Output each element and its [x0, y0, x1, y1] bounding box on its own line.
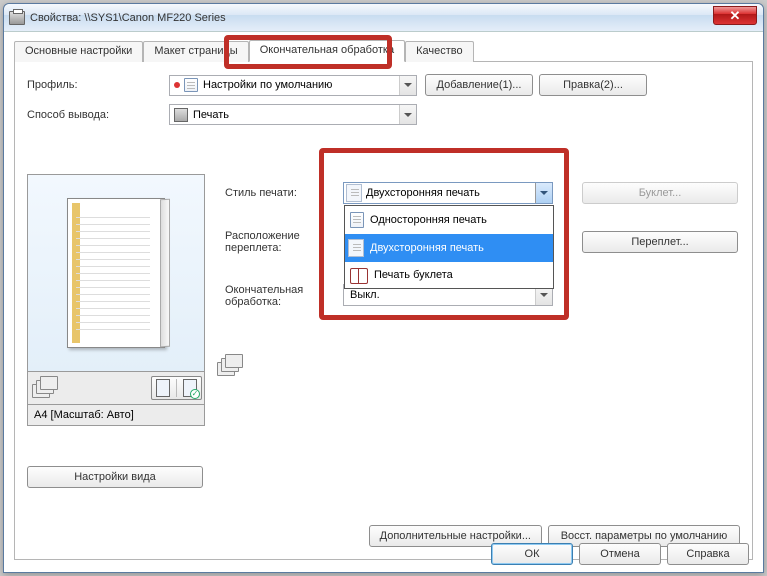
- modified-dot-icon: [174, 82, 180, 88]
- print-style-selected: Двухсторонняя печать: [366, 187, 480, 199]
- profile-row: Профиль: Настройки по умолчанию Добавлен…: [27, 74, 740, 96]
- print-style-row: Стиль печати: Двухсторонняя печать Однос…: [225, 182, 738, 204]
- chevron-down-icon: [399, 105, 416, 124]
- profile-combo[interactable]: Настройки по умолчанию: [169, 75, 417, 96]
- add-profile-button[interactable]: Добавление(1)...: [425, 74, 533, 96]
- booklet-icon: [350, 268, 368, 282]
- single-page-icon: [350, 212, 364, 228]
- printer-small-icon: [174, 108, 188, 122]
- view-settings-button[interactable]: Настройки вида: [27, 466, 203, 488]
- profile-icon: [184, 78, 198, 92]
- orientation-toggle[interactable]: ✓: [151, 376, 202, 400]
- titlebar[interactable]: Свойства: \\SYS1\Canon MF220 Series ✕: [4, 4, 763, 32]
- edit-profile-button[interactable]: Правка(2)...: [539, 74, 647, 96]
- tab-finishing[interactable]: Окончательная обработка: [249, 40, 405, 62]
- option-single-sided[interactable]: Односторонняя печать: [345, 206, 553, 234]
- duplex-icon: [350, 240, 364, 256]
- landscape-icon: ✓: [183, 379, 197, 397]
- print-style-label: Стиль печати:: [225, 187, 343, 199]
- booklet-button: Буклет...: [582, 182, 738, 204]
- output-value: Печать: [193, 109, 399, 121]
- preview-caption: A4 [Масштаб: Авто]: [27, 405, 205, 426]
- option-double-sided[interactable]: Двухсторонняя печать: [345, 234, 553, 262]
- properties-dialog: Свойства: \\SYS1\Canon MF220 Series ✕ Ос…: [3, 3, 764, 573]
- tab-quality[interactable]: Качество: [405, 41, 474, 62]
- tab-layout[interactable]: Макет страницы: [143, 41, 248, 62]
- page-preview: [27, 174, 205, 372]
- help-button[interactable]: Справка: [667, 543, 749, 565]
- profile-label: Профиль:: [27, 79, 169, 91]
- dialog-buttons: ОК Отмена Справка: [491, 543, 749, 565]
- portrait-icon: [156, 379, 170, 397]
- duplex-icon: [348, 185, 362, 201]
- output-row: Способ вывода: Печать: [27, 104, 740, 125]
- preview-page-icon: [67, 198, 165, 348]
- stack-icon: [32, 376, 60, 400]
- chevron-down-icon: [535, 183, 552, 203]
- finishing-stack-icon: [215, 354, 245, 378]
- profile-value: Настройки по умолчанию: [203, 79, 399, 91]
- tab-panel: Профиль: Настройки по умолчанию Добавлен…: [14, 62, 753, 560]
- finishing-controls: Стиль печати: Двухсторонняя печать Однос…: [225, 182, 738, 334]
- printer-icon: [9, 11, 25, 25]
- binding-label: Расположение переплета:: [225, 230, 343, 254]
- binding-button[interactable]: Переплет...: [582, 231, 738, 253]
- option-label: Двухсторонняя печать: [370, 242, 484, 254]
- option-label: Печать буклета: [374, 269, 453, 281]
- finishing-label: Окончательная обработка:: [225, 284, 343, 308]
- option-booklet[interactable]: Печать буклета: [345, 262, 553, 288]
- finishing-value: Выкл.: [350, 289, 380, 301]
- preview-icon-row: ✓: [27, 372, 205, 405]
- tab-strip: Основные настройки Макет страницы Оконча…: [14, 40, 753, 62]
- preview-area: ✓ A4 [Масштаб: Авто] Настройки вида: [27, 174, 205, 488]
- print-style-combo[interactable]: Двухсторонняя печать Односторонняя печат…: [343, 182, 553, 204]
- output-combo[interactable]: Печать: [169, 104, 417, 125]
- close-button[interactable]: ✕: [713, 6, 757, 25]
- option-label: Односторонняя печать: [370, 214, 487, 226]
- content-area: Основные настройки Макет страницы Оконча…: [4, 32, 763, 568]
- tab-basic[interactable]: Основные настройки: [14, 41, 143, 62]
- cancel-button[interactable]: Отмена: [579, 543, 661, 565]
- chevron-down-icon: [399, 76, 416, 95]
- window-title: Свойства: \\SYS1\Canon MF220 Series: [30, 12, 226, 24]
- output-label: Способ вывода:: [27, 109, 169, 121]
- print-style-dropdown: Односторонняя печать Двухсторонняя печат…: [344, 205, 554, 289]
- ok-button[interactable]: ОК: [491, 543, 573, 565]
